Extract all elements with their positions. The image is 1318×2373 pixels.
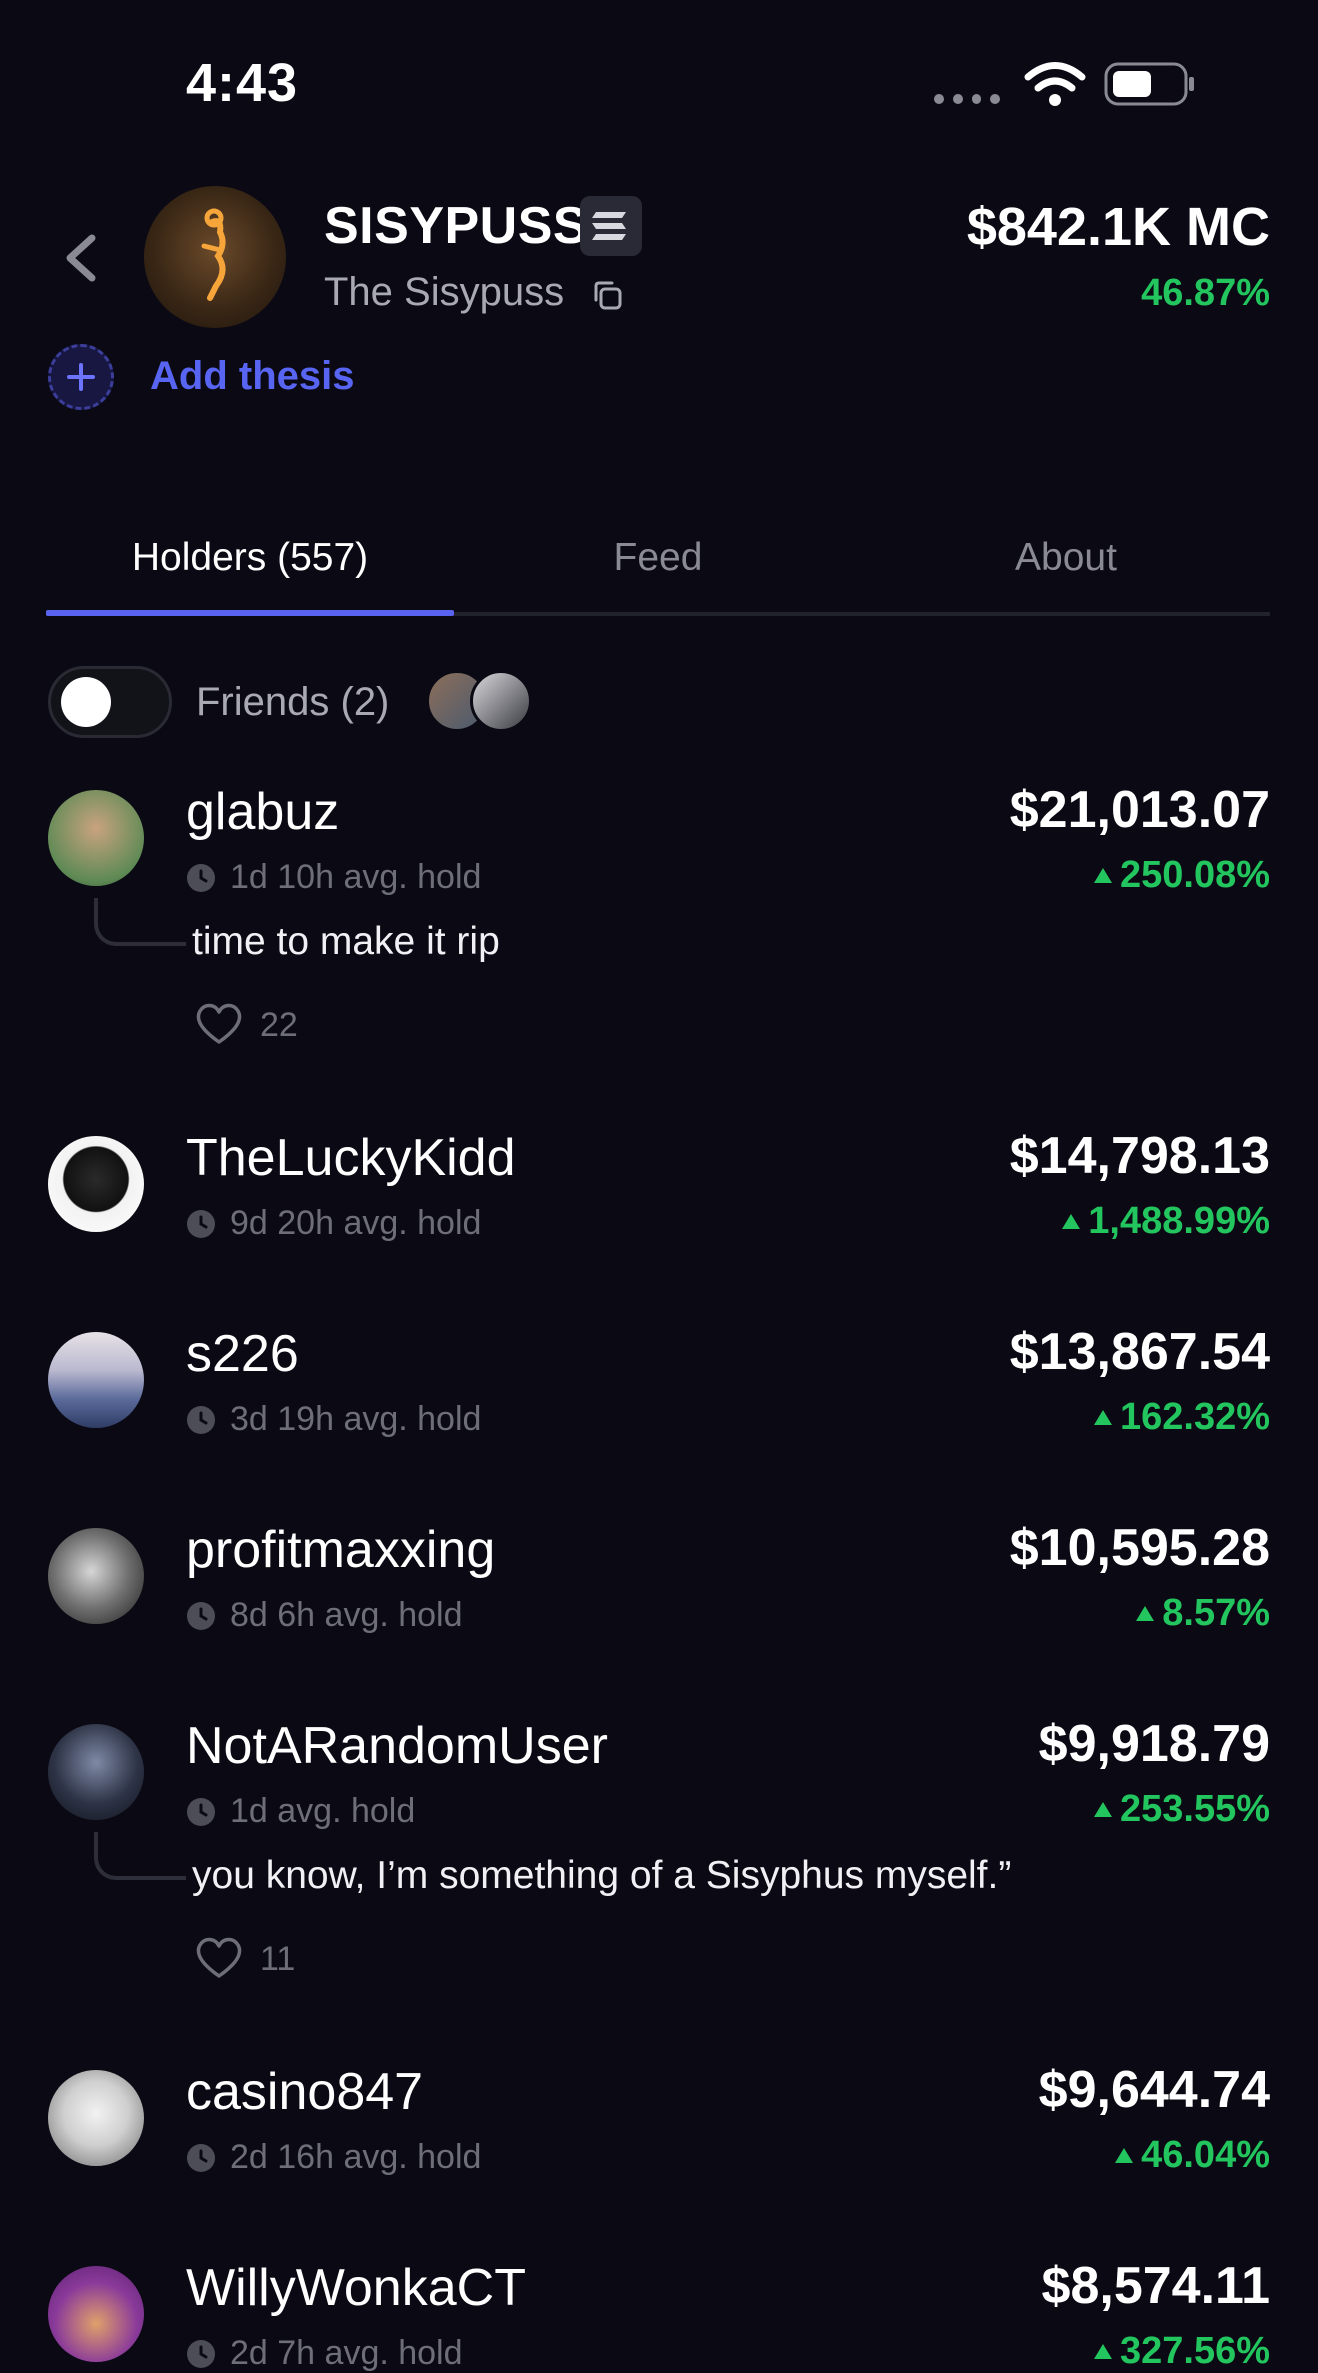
up-arrow-icon bbox=[1136, 1606, 1155, 1621]
holding-change: 327.56% bbox=[1093, 2330, 1270, 2373]
holding-change: 1,488.99% bbox=[1062, 1200, 1270, 1243]
avg-hold-text: 1d avg. hold bbox=[230, 1792, 416, 1830]
add-thesis-link[interactable]: Add thesis bbox=[150, 354, 354, 399]
wifi-icon bbox=[1024, 62, 1086, 106]
holding-change: 250.08% bbox=[1093, 854, 1270, 897]
avatar[interactable] bbox=[48, 1528, 144, 1624]
toggle-knob bbox=[61, 677, 111, 727]
add-thesis-button[interactable] bbox=[48, 344, 114, 410]
solana-chain-badge bbox=[580, 196, 642, 256]
holding-change-text: 8.57% bbox=[1162, 1592, 1270, 1634]
avg-hold: 1d 10h avg. hold bbox=[186, 858, 481, 897]
up-arrow-icon bbox=[1115, 2148, 1134, 2163]
holder-name[interactable]: NotARandomUser bbox=[186, 1716, 608, 1776]
heart-icon[interactable] bbox=[194, 1934, 244, 1980]
like-count: 22 bbox=[260, 1006, 298, 1044]
avg-hold: 2d 7h avg. hold bbox=[186, 2334, 463, 2373]
signal-dots-icon bbox=[934, 94, 1000, 104]
clock-icon bbox=[187, 863, 215, 892]
holding-value: $9,644.74 bbox=[1038, 2061, 1270, 2119]
active-tab-indicator bbox=[46, 610, 454, 616]
back-chevron-icon[interactable] bbox=[60, 232, 104, 284]
market-cap: $842.1K MC bbox=[966, 197, 1270, 257]
friend-avatar[interactable] bbox=[470, 670, 532, 732]
clock-icon bbox=[187, 2339, 215, 2368]
battery-icon bbox=[1104, 62, 1194, 106]
holding-value: $9,918.79 bbox=[1038, 1715, 1270, 1773]
avg-hold: 1d avg. hold bbox=[186, 1792, 415, 1831]
heart-icon[interactable] bbox=[194, 1000, 244, 1046]
up-arrow-icon bbox=[1093, 1410, 1112, 1425]
holding-change: 253.55% bbox=[1093, 1788, 1270, 1831]
holding-change: 46.04% bbox=[1115, 2134, 1270, 2177]
holding-change: 162.32% bbox=[1093, 1396, 1270, 1439]
holding-value: $14,798.13 bbox=[1009, 1127, 1270, 1185]
thread-connector bbox=[94, 898, 186, 946]
avg-hold: 2d 16h avg. hold bbox=[186, 2138, 481, 2177]
holder-name[interactable]: s226 bbox=[186, 1324, 299, 1384]
holding-value: $21,013.07 bbox=[1009, 781, 1270, 839]
up-arrow-icon bbox=[1062, 1214, 1081, 1229]
avatar[interactable] bbox=[48, 1724, 144, 1820]
clock-icon bbox=[187, 2143, 215, 2172]
holding-change-text: 1,488.99% bbox=[1088, 1200, 1270, 1242]
holder-name[interactable]: WillyWonkaCT bbox=[186, 2258, 526, 2318]
avg-hold: 8d 6h avg. hold bbox=[186, 1596, 463, 1635]
solana-icon bbox=[592, 212, 626, 240]
holding-change-text: 250.08% bbox=[1119, 854, 1270, 896]
holding-change-text: 162.32% bbox=[1119, 1396, 1270, 1438]
token-ticker: SISYPUSS bbox=[324, 197, 589, 255]
holder-name[interactable]: TheLuckyKidd bbox=[186, 1128, 516, 1188]
token-name: The Sisypuss bbox=[324, 270, 565, 314]
holding-change: 8.57% bbox=[1136, 1592, 1270, 1635]
avg-hold-text: 9d 20h avg. hold bbox=[230, 1204, 482, 1242]
holding-value: $10,595.28 bbox=[1009, 1519, 1270, 1577]
holder-comment: you know, I’m something of a Sisyphus my… bbox=[192, 1854, 1012, 1897]
up-arrow-icon bbox=[1093, 2344, 1112, 2359]
avg-hold-text: 1d 10h avg. hold bbox=[230, 858, 482, 896]
status-time: 4:43 bbox=[186, 53, 299, 113]
clock-icon bbox=[187, 1405, 215, 1434]
friends-label: Friends (2) bbox=[196, 680, 390, 724]
tab-holders[interactable]: Holders (557) bbox=[46, 536, 454, 580]
avatar[interactable] bbox=[48, 1332, 144, 1428]
holding-change-text: 253.55% bbox=[1119, 1788, 1270, 1830]
copy-icon[interactable] bbox=[590, 278, 624, 312]
avatar[interactable] bbox=[48, 1136, 144, 1232]
clock-icon bbox=[187, 1601, 215, 1630]
avg-hold-text: 2d 16h avg. hold bbox=[230, 2138, 482, 2176]
avatar[interactable] bbox=[48, 2070, 144, 2166]
tab-about[interactable]: About bbox=[862, 536, 1270, 580]
holding-value: $13,867.54 bbox=[1009, 1323, 1270, 1381]
token-logo-figure-icon bbox=[201, 208, 226, 301]
avg-hold-text: 3d 19h avg. hold bbox=[230, 1400, 482, 1438]
like-count: 11 bbox=[260, 1940, 296, 1978]
holder-name[interactable]: profitmaxxing bbox=[186, 1520, 495, 1580]
avg-hold: 9d 20h avg. hold bbox=[186, 1204, 481, 1243]
friends-toggle[interactable] bbox=[48, 666, 172, 738]
market-cap-change: 46.87% bbox=[1141, 272, 1270, 314]
up-arrow-icon bbox=[1093, 1802, 1112, 1817]
holding-change-text: 327.56% bbox=[1119, 2330, 1270, 2372]
tab-feed[interactable]: Feed bbox=[454, 536, 862, 580]
holder-name[interactable]: glabuz bbox=[186, 782, 339, 842]
token-avatar bbox=[144, 186, 286, 328]
holding-change-text: 46.04% bbox=[1141, 2134, 1270, 2176]
avatar[interactable] bbox=[48, 790, 144, 886]
thread-connector bbox=[94, 1832, 186, 1880]
avatar[interactable] bbox=[48, 2266, 144, 2362]
clock-icon bbox=[187, 1797, 215, 1826]
avg-hold-text: 2d 7h avg. hold bbox=[230, 2334, 463, 2372]
avg-hold: 3d 19h avg. hold bbox=[186, 1400, 481, 1439]
plus-icon bbox=[67, 363, 95, 391]
holding-value: $8,574.11 bbox=[1041, 2257, 1270, 2315]
clock-icon bbox=[187, 1209, 215, 1238]
avg-hold-text: 8d 6h avg. hold bbox=[230, 1596, 463, 1634]
holder-name[interactable]: casino847 bbox=[186, 2062, 423, 2122]
up-arrow-icon bbox=[1093, 868, 1112, 883]
holder-comment: time to make it rip bbox=[192, 920, 500, 963]
